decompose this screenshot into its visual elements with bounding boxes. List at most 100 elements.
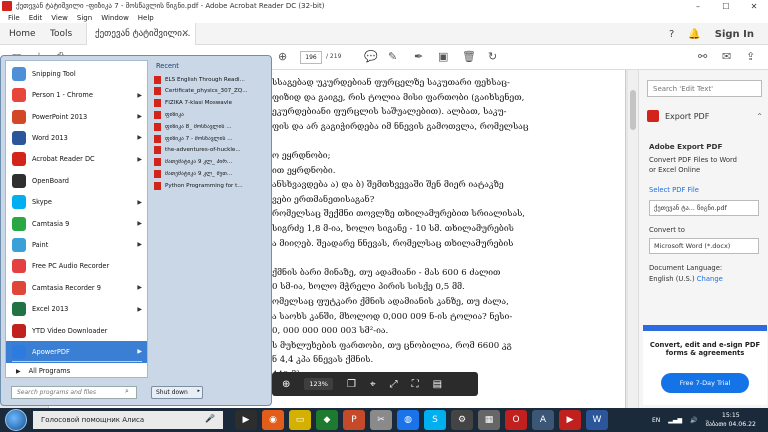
taskbar-app-word[interactable]: W	[586, 410, 608, 430]
sign-in-link[interactable]: Sign In	[715, 29, 754, 40]
start-program-item[interactable]: Word 2013 ▶	[6, 127, 147, 149]
start-program-item[interactable]: YTD Video Downloader	[6, 320, 147, 342]
taskbar-app-skype[interactable]: S	[424, 410, 446, 430]
volume-icon[interactable]: 🔊	[690, 417, 697, 424]
recent-file-item[interactable]: მათემატიკა 9 კლ_ მეთ...	[154, 168, 266, 179]
submenu-arrow-icon[interactable]: ▶	[137, 220, 142, 227]
email-icon[interactable]: ✉	[722, 50, 731, 63]
maximize-button[interactable]: ☐	[712, 2, 740, 11]
start-program-item[interactable]: Paint ▶	[6, 234, 147, 256]
menu-edit[interactable]: Edit	[29, 14, 43, 22]
recent-file-item[interactable]: the-adventures-of-huckle...	[154, 145, 266, 156]
close-tab-icon[interactable]: ✕	[181, 23, 189, 45]
start-program-item[interactable]: Acrobat Reader DC ▶	[6, 149, 147, 171]
submenu-arrow-icon[interactable]: ▶	[137, 348, 142, 355]
submenu-arrow-icon[interactable]: ▶	[137, 113, 142, 120]
share-link-icon[interactable]: ⚯	[698, 50, 707, 63]
search-programs-input[interactable]	[11, 386, 137, 399]
start-program-item[interactable]: Skype ▶	[6, 191, 147, 213]
submenu-arrow-icon[interactable]: ▶	[137, 199, 142, 206]
tab-document[interactable]: ქეთევან ტატიშვილი... ✕	[86, 23, 196, 45]
zoom-in-icon[interactable]: ⊕	[282, 379, 290, 390]
menu-sign[interactable]: Sign	[77, 14, 92, 22]
tab-home[interactable]: Home	[9, 23, 36, 45]
close-window-button[interactable]: ✕	[740, 2, 768, 11]
microphone-icon[interactable]: 🎤	[205, 414, 215, 423]
submenu-arrow-icon[interactable]: ▶	[137, 284, 142, 291]
recent-file-item[interactable]: ფიზიკა	[154, 109, 266, 120]
clock[interactable]: 15:15 შაბათი 04.06.22	[706, 411, 756, 429]
delete-icon[interactable]: 🗑	[462, 50, 476, 63]
recent-file-item[interactable]: მათემატიკა 9 კლ_ პირ...	[154, 157, 266, 168]
keyboard-language[interactable]: EN	[652, 417, 660, 424]
recent-file-item[interactable]: ფიზიკა 8_ მოსწავლის ...	[154, 121, 266, 132]
taskbar-app-youtube[interactable]: ▶	[559, 410, 581, 430]
notifications-bell-icon[interactable]: 🔔	[688, 29, 700, 40]
page-down-icon[interactable]: ⊕	[278, 50, 287, 63]
submenu-arrow-icon[interactable]: ▶	[137, 156, 142, 163]
select-tool-icon[interactable]: ⌖	[370, 379, 376, 390]
selected-file-field[interactable]: ქეთევან ტა... წიგნი.pdf	[649, 200, 759, 216]
zoom-level-select[interactable]: 123%	[304, 378, 333, 390]
menu-window[interactable]: Window	[101, 14, 129, 22]
voice-assistant-bar[interactable]: Голосовой помощник Алиса	[33, 411, 223, 429]
recent-file-item[interactable]: FIZIKA 7-klasi Moswavle	[154, 98, 266, 109]
taskbar-app-firefox[interactable]: ◉	[262, 410, 284, 430]
taskbar-app-settings[interactable]: ⚙	[451, 410, 473, 430]
submenu-arrow-icon[interactable]: ▶	[137, 241, 142, 248]
edit-text-search-input[interactable]	[647, 80, 762, 97]
page-number-input[interactable]: 196	[300, 51, 322, 64]
start-program-item[interactable]: PowerPoint 2013 ▶	[6, 106, 147, 128]
recent-file-item[interactable]: Certificate_physics_307_ZQ...	[154, 86, 266, 97]
read-mode-icon[interactable]: ▤	[433, 379, 442, 390]
taskbar-app-acrobat[interactable]: A	[532, 410, 554, 430]
start-program-item[interactable]: Camtasia Recorder 9 ▶	[6, 277, 147, 299]
convert-to-select[interactable]: Microsoft Word (*.docx)	[649, 238, 759, 254]
start-program-item[interactable]: Excel 2013 ▶	[6, 298, 147, 320]
menu-file[interactable]: File	[8, 14, 20, 22]
taskbar-app-windows-media[interactable]: ▶	[235, 410, 257, 430]
all-programs-item[interactable]: ▶ All Programs	[6, 364, 147, 378]
taskbar-app-explorer[interactable]: ▭	[289, 410, 311, 430]
chevron-up-icon[interactable]: ⌃	[756, 112, 763, 121]
start-program-item[interactable]: ApowerPDF ▶	[6, 341, 147, 363]
fit-page-icon[interactable]: ⤢	[390, 379, 398, 390]
sign-pen-icon[interactable]: ✒	[414, 50, 423, 63]
start-program-item[interactable]: OpenBoard	[6, 170, 147, 192]
upload-icon[interactable]: ⇪	[746, 50, 755, 63]
start-program-item[interactable]: Free PC Audio Recorder	[6, 256, 147, 278]
start-program-item[interactable]: Camtasia 9 ▶	[6, 213, 147, 235]
copy-icon[interactable]: ❐	[347, 379, 356, 390]
full-screen-icon[interactable]: ⛶	[412, 379, 419, 390]
comment-icon[interactable]: 💬	[364, 50, 378, 63]
taskbar-app-camtasia[interactable]: ◆	[316, 410, 338, 430]
chevron-right-icon[interactable]: ▸	[197, 388, 200, 394]
submenu-arrow-icon[interactable]: ▶	[137, 92, 142, 99]
highlight-pen-icon[interactable]: ✎	[388, 50, 397, 63]
recent-file-item[interactable]: ELS English Through Readi...	[154, 74, 266, 85]
tab-tools[interactable]: Tools	[50, 23, 72, 45]
taskbar-app-tool[interactable]: ✂	[370, 410, 392, 430]
network-icon[interactable]: ▂▄▆	[668, 417, 682, 424]
rotate-icon[interactable]: ↻	[488, 50, 497, 63]
taskbar-app-viewer[interactable]: ▦	[478, 410, 500, 430]
document-scrollbar[interactable]	[628, 70, 638, 408]
scrollbar-thumb[interactable]	[630, 90, 636, 130]
export-pdf-header[interactable]: Export PDF ⌃	[647, 110, 763, 122]
taskbar-app-powerpoint[interactable]: P	[343, 410, 365, 430]
start-program-item[interactable]: Person 1 - Chrome ▶	[6, 84, 147, 106]
shut-down-button[interactable]: Shut down ▸	[151, 386, 203, 399]
submenu-arrow-icon[interactable]: ▶	[137, 306, 142, 313]
free-trial-button[interactable]: Free 7-Day Trial	[661, 373, 749, 393]
minimize-button[interactable]: –	[684, 2, 712, 11]
recent-file-item[interactable]: ფიზიკა 7 - მოსწავლის ...	[154, 133, 266, 144]
recent-file-item[interactable]: Python Programming for t...	[154, 180, 266, 191]
taskbar-app-chrome[interactable]: ◍	[397, 410, 419, 430]
menu-view[interactable]: View	[51, 14, 68, 22]
help-icon[interactable]: ?	[669, 29, 674, 40]
menu-help[interactable]: Help	[138, 14, 154, 22]
start-program-item[interactable]: Snipping Tool	[6, 63, 147, 85]
stamp-icon[interactable]: ▣	[438, 50, 448, 63]
taskbar-app-opera[interactable]: O	[505, 410, 527, 430]
submenu-arrow-icon[interactable]: ▶	[137, 134, 142, 141]
